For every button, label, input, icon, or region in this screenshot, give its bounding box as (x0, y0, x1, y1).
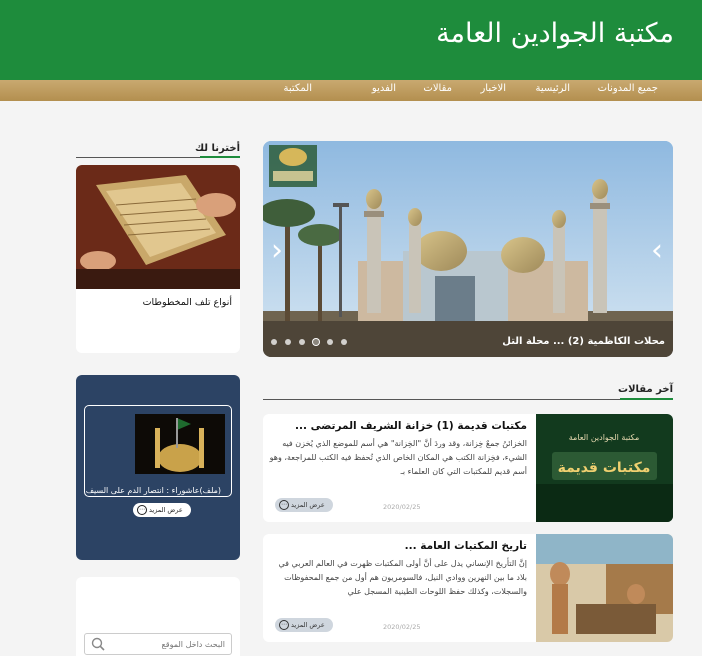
read-more-button[interactable]: ⋯ عرض المزيد (275, 618, 333, 632)
dark-featured-inner[interactable]: (ملف)عاشوراء : انتصار الدم على السيف (84, 405, 232, 497)
slider-dot[interactable] (285, 339, 291, 345)
article-card[interactable]: تأريخ المكتبات العامة ... إنَّ التأريخ ا… (263, 534, 673, 642)
picked-section-accent (200, 156, 240, 158)
read-more-label: عرض المزيد (291, 501, 325, 509)
more-circle-icon: ⋯ (279, 500, 289, 510)
more-circle-icon: ⋯ (137, 505, 147, 515)
slider-dot[interactable] (271, 339, 277, 345)
shrine-slide-image (263, 141, 673, 357)
article-title[interactable]: تأريخ المكتبات العامة ... (269, 540, 527, 552)
articles-section-divider (263, 399, 673, 400)
article-card[interactable]: مكتبة الجوادين العامة مكتبات قديمة مكتبا… (263, 414, 673, 522)
article-thumbnail: مكتبة الجوادين العامة مكتبات قديمة (536, 414, 673, 522)
search-icon[interactable] (91, 637, 105, 651)
featured-card[interactable]: أنواع تلف المخطوطات (76, 165, 240, 353)
more-circle-icon: ⋯ (279, 620, 289, 630)
read-more-button[interactable]: ⋯ عرض المزيد (275, 498, 333, 512)
articles-section-accent (620, 398, 673, 400)
dark-featured-panel: (ملف)عاشوراء : انتصار الدم على السيف ⋯ ع… (76, 375, 240, 560)
site-title[interactable]: مكتبة الجوادين العامة (436, 18, 674, 49)
site-header: مكتبة الجوادين العامة (0, 0, 702, 80)
main-content: ‹ › محلات الكاظمية (2) ... محلة التل أخت… (0, 101, 702, 656)
article-excerpt: الخزائنُ جمعٌ خِزانة، وقد وردَ أنَّ "الخ… (269, 439, 527, 476)
slider-dot[interactable] (341, 339, 347, 345)
slider-dot[interactable] (299, 339, 305, 345)
article-date: 2020/02/25 (383, 503, 421, 511)
page: مكتبة الجوادين العامة جميع المدونات الرئ… (0, 0, 702, 656)
thumbnail-label-title: مكتبات قديمة (558, 460, 651, 476)
search-box (84, 633, 232, 655)
nav-item-news[interactable]: الاخبار (480, 83, 506, 94)
slider-dot-active[interactable] (313, 339, 319, 345)
manuscript-image (76, 165, 240, 289)
slider-dot[interactable] (327, 339, 333, 345)
nav-item-video[interactable]: الفديو (372, 83, 396, 94)
slider-next-arrow-icon[interactable]: › (651, 233, 663, 268)
nav-item-all-blogs[interactable]: جميع المدونات (598, 83, 658, 94)
main-nav: جميع المدونات الرئيسية الاخبار مقالات ال… (0, 80, 702, 101)
search-panel (76, 577, 240, 656)
slide-caption[interactable]: محلات الكاظمية (2) ... محلة التل (502, 336, 665, 347)
nav-item-home[interactable]: الرئيسية (536, 83, 570, 94)
nav-item-articles[interactable]: مقالات (423, 83, 452, 94)
slider-dots (271, 339, 347, 345)
thumbnail-label-library: مكتبة الجوادين العامة (569, 433, 640, 442)
article-thumbnail (536, 534, 673, 642)
nav-item-library[interactable]: المكتبة (283, 83, 312, 94)
featured-caption[interactable]: أنواع تلف المخطوطات (143, 297, 232, 308)
article-title[interactable]: مكتبات قديمة (1) خزانة الشريف المرتضى ..… (269, 420, 527, 432)
dark-caption[interactable]: (ملف)عاشوراء : انتصار الدم على السيف (79, 484, 221, 498)
slider-prev-arrow-icon[interactable]: ‹ (271, 233, 283, 268)
article-date: 2020/02/25 (383, 623, 421, 631)
dark-read-more-button[interactable]: ⋯ عرض المزيد (133, 503, 191, 517)
picked-section-title: أخترنا لك (195, 143, 240, 154)
article-excerpt: إنَّ التأريخ الإنساني يدل على أنَّ أولى … (278, 559, 527, 596)
articles-section-title: آخر مقالات (618, 384, 673, 395)
dark-read-more-label: عرض المزيد (149, 506, 183, 514)
search-input[interactable] (115, 637, 225, 652)
read-more-label: عرض المزيد (291, 621, 325, 629)
ashura-image (135, 414, 225, 474)
image-slider[interactable]: ‹ › محلات الكاظمية (2) ... محلة التل (263, 141, 673, 357)
